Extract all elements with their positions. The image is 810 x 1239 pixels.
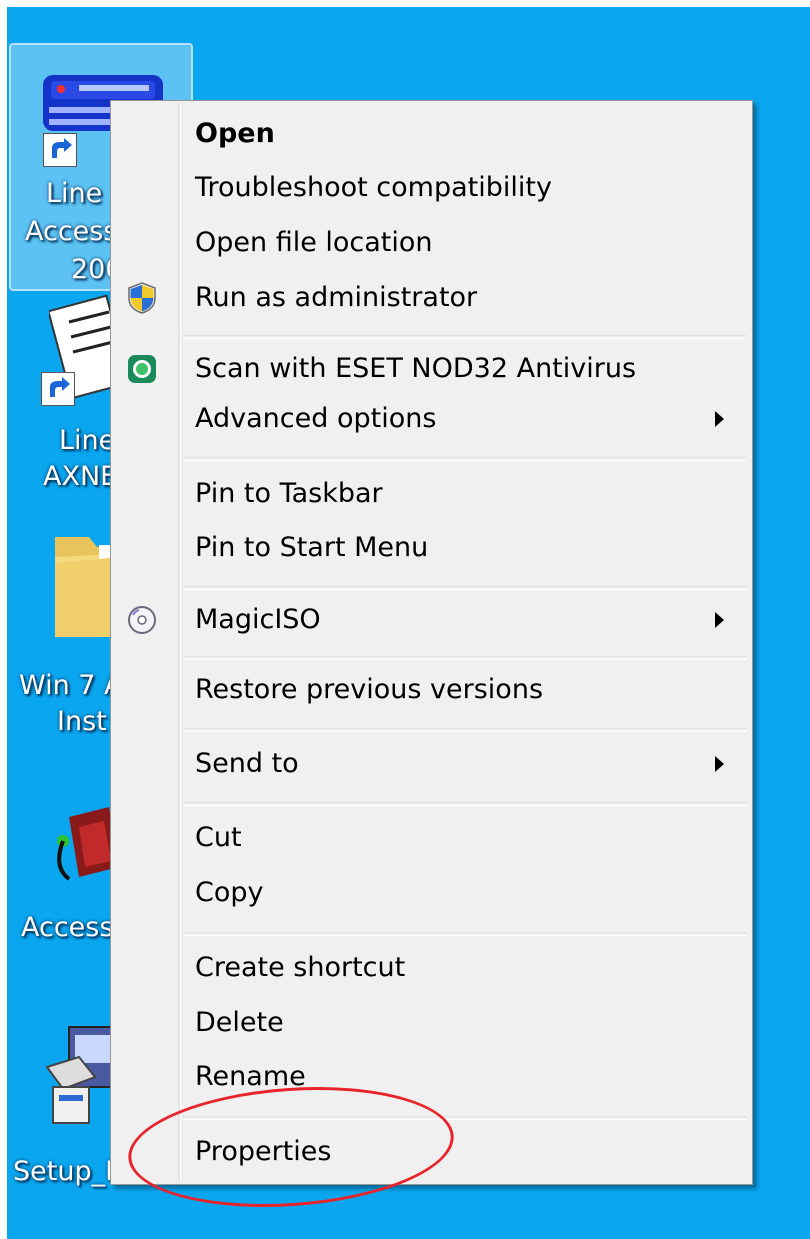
menu-item-restore-previous-versions[interactable]: Restore previous versions bbox=[113, 665, 750, 715]
shortcut-arrow-icon bbox=[43, 133, 77, 167]
menu-item-pin-to-start-menu[interactable]: Pin to Start Menu bbox=[113, 523, 750, 573]
disc-icon bbox=[128, 606, 156, 634]
desktop-icon-label: Line bbox=[46, 178, 103, 209]
menu-item-label: Advanced options bbox=[195, 403, 437, 434]
shortcut-arrow-icon bbox=[41, 372, 75, 406]
desktop-icon-label: AXNE bbox=[43, 461, 118, 492]
menu-item-label: Copy bbox=[195, 877, 264, 908]
submenu-arrow-icon bbox=[715, 612, 724, 628]
desktop-icon-label: Win 7 A bbox=[19, 670, 123, 701]
desktop-icon-label: Access bbox=[21, 912, 114, 943]
menu-item-label: Open bbox=[195, 118, 275, 149]
desktop-icon-label: Line bbox=[59, 425, 116, 456]
submenu-arrow-icon bbox=[715, 411, 724, 427]
menu-separator bbox=[183, 586, 746, 590]
desktop-icon-label: Setup_N bbox=[13, 1156, 126, 1187]
menu-item-magiciso[interactable]: MagicISO bbox=[113, 595, 750, 645]
menu-item-rename[interactable]: Rename bbox=[113, 1052, 750, 1102]
menu-item-copy[interactable]: Copy bbox=[113, 868, 750, 918]
menu-separator bbox=[183, 656, 746, 660]
menu-item-label: Pin to Taskbar bbox=[195, 478, 383, 509]
menu-item-label: Restore previous versions bbox=[195, 674, 544, 705]
menu-item-open-file-location[interactable]: Open file location bbox=[113, 218, 750, 268]
menu-item-label: Cut bbox=[195, 822, 242, 853]
menu-item-advanced-options[interactable]: Advanced options bbox=[113, 394, 750, 444]
menu-item-label: MagicISO bbox=[195, 604, 321, 635]
menu-separator bbox=[183, 802, 746, 806]
context-menu: Open Troubleshoot compatibility Open fil… bbox=[110, 100, 753, 1185]
menu-item-label: Pin to Start Menu bbox=[195, 532, 429, 563]
menu-item-label: Troubleshoot compatibility bbox=[195, 172, 552, 203]
menu-item-open[interactable]: Open bbox=[113, 109, 750, 159]
menu-item-run-as-administrator[interactable]: Run as administrator bbox=[113, 273, 750, 323]
menu-item-label: Run as administrator bbox=[195, 282, 478, 313]
menu-item-troubleshoot-compatibility[interactable]: Troubleshoot compatibility bbox=[113, 163, 750, 213]
menu-separator bbox=[183, 335, 746, 339]
eset-icon bbox=[128, 355, 156, 383]
menu-item-label: Send to bbox=[195, 748, 299, 779]
menu-item-cut[interactable]: Cut bbox=[113, 813, 750, 863]
menu-separator bbox=[183, 457, 746, 461]
menu-item-label: Delete bbox=[195, 1007, 284, 1038]
menu-item-scan-eset[interactable]: Scan with ESET NOD32 Antivirus bbox=[113, 344, 750, 394]
menu-item-label: Create shortcut bbox=[195, 952, 406, 983]
menu-separator bbox=[183, 932, 746, 936]
menu-item-label: Scan with ESET NOD32 Antivirus bbox=[195, 353, 637, 384]
uac-shield-icon bbox=[128, 282, 156, 314]
menu-item-send-to[interactable]: Send to bbox=[113, 739, 750, 789]
menu-item-create-shortcut[interactable]: Create shortcut bbox=[113, 943, 750, 993]
menu-item-pin-to-taskbar[interactable]: Pin to Taskbar bbox=[113, 469, 750, 519]
menu-item-delete[interactable]: Delete bbox=[113, 998, 750, 1048]
submenu-arrow-icon bbox=[715, 756, 724, 772]
desktop-icon-label: Access bbox=[25, 216, 118, 247]
desktop-icon-label: Inst bbox=[57, 706, 107, 737]
menu-item-label: Open file location bbox=[195, 227, 433, 258]
menu-separator bbox=[183, 728, 746, 732]
